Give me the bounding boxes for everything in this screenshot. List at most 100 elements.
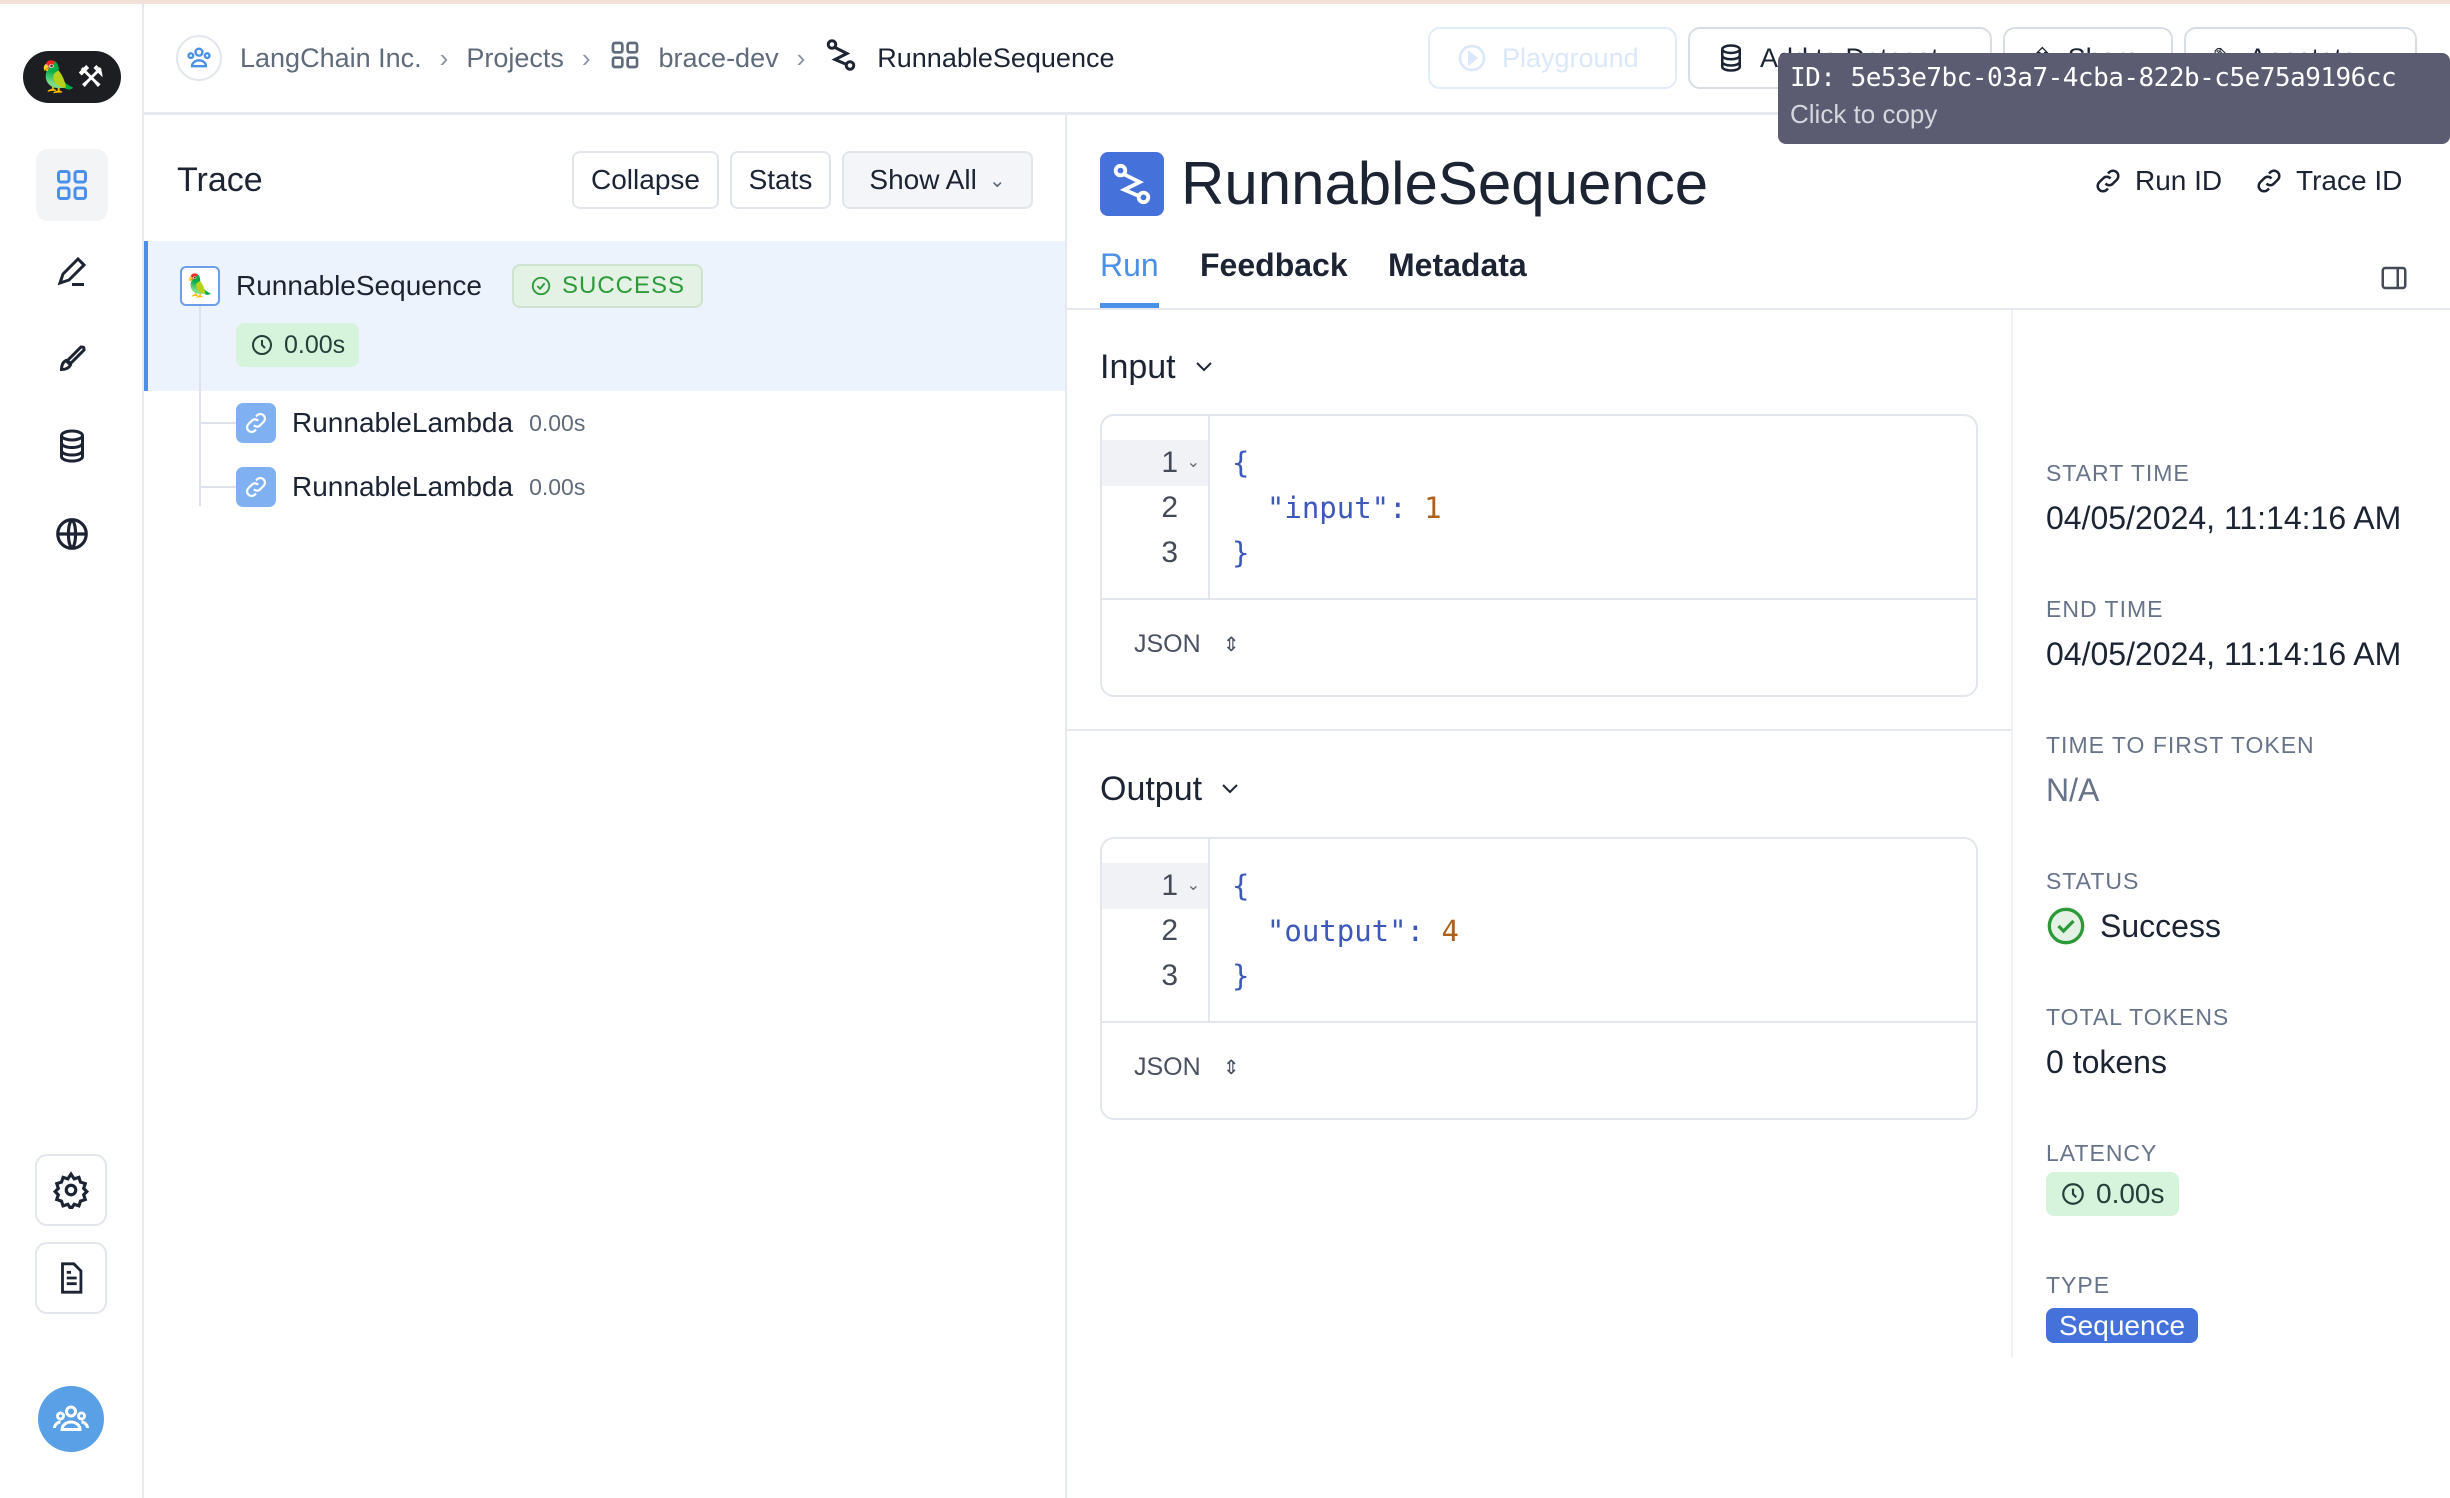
sequence-icon [823,37,859,80]
json-key: "input": [1232,491,1425,525]
langsmith-logo[interactable]: 🦜⚒ [23,51,121,103]
line-number: 3 [1161,536,1178,569]
ttft-label: TIME TO FIRST TOKEN [2046,732,2315,758]
breadcrumb-current: RunnableSequence [877,42,1115,73]
clock-icon [252,335,272,355]
child-node-name: RunnableLambda [292,471,514,502]
tree-line [199,306,201,506]
show-all-dropdown[interactable]: Show All ⌄ [842,151,1033,209]
trace-row-child[interactable]: RunnableLambda 0.00s [236,403,585,443]
root-node-name: RunnableSequence [236,270,482,301]
copy-trace-id-button[interactable]: Trace ID [2254,165,2402,197]
deployments-rocket-icon[interactable] [36,323,108,395]
trace-row-root[interactable]: 🦜 RunnableSequence SUCCESS 0.00s [144,241,1065,391]
divider [1102,598,1976,600]
code-line: { [1232,869,1250,903]
org-avatar[interactable] [38,1386,104,1452]
hub-globe-icon[interactable] [36,498,108,570]
latency-badge: 0.00s [2046,1172,2179,1216]
format-selector[interactable]: JSON ⇕ [1134,630,1239,659]
copy-run-id-button[interactable]: Run ID [2093,165,2222,197]
check-circle-icon [531,276,551,296]
input-label: Input [1100,348,1176,386]
annotate-pen-icon[interactable] [36,235,108,307]
tokens-label: TOTAL TOKENS [2046,1004,2230,1030]
code-line: } [1232,959,1250,993]
parrot-icon: 🦜 [180,266,220,306]
type-badge: Sequence [2046,1308,2199,1343]
trace-id-label: Trace ID [2296,165,2403,196]
chevron-right-icon: › [439,42,449,73]
run-title: RunnableSequence [1181,150,1709,217]
child-latency: 0.00s [529,473,586,500]
code-line: } [1232,536,1250,570]
playground-label: Playground [1502,42,1639,73]
check-circle-icon [2047,907,2085,945]
toggle-sidebar-icon[interactable] [2379,263,2409,298]
code-line: { [1232,446,1250,480]
play-icon [1458,44,1486,72]
line-number: 1 ⌄ [1102,440,1208,486]
line-number: 2 [1161,914,1178,947]
code-line: "input": 1 [1232,485,1442,531]
tooltip-id: ID: 5e53e7bc-03a7-4cba-822b-c5e75a9196cc [1790,63,2397,93]
chevron-right-icon: › [796,42,806,73]
sidebar: 🦜⚒ [0,4,144,1498]
input-section-toggle[interactable]: Input [1100,348,1216,387]
chevron-down-icon [1218,770,1242,809]
settings-gear-icon[interactable] [35,1154,107,1226]
datasets-database-icon[interactable] [36,410,108,482]
database-icon [1721,44,1741,72]
breadcrumb-project[interactable]: brace-dev [659,43,779,74]
playground-button[interactable]: Playground [1428,27,1677,89]
clock-icon [2062,1183,2084,1205]
trace-row-child[interactable]: RunnableLambda 0.00s [236,467,585,507]
breadcrumb-org[interactable]: LangChain Inc. [240,43,422,74]
tab-run[interactable]: Run [1100,247,1159,284]
code-line: "output": 4 [1232,908,1459,954]
json-value: 4 [1441,914,1459,948]
breadcrumb-projects[interactable]: Projects [466,43,564,74]
tokens-value: 0 tokens [2046,1044,2167,1080]
output-label: Output [1100,770,1203,808]
projects-nav-icon[interactable] [36,149,108,221]
org-icon [176,35,222,81]
stats-button[interactable]: Stats [730,151,831,209]
breadcrumb: LangChain Inc. › Projects › brace-dev › … [176,35,1115,81]
project-grid-icon [609,39,641,78]
input-code-editor[interactable]: 1 ⌄ 2 3 { "input": 1 } JSON ⇕ [1100,414,1978,697]
child-node-name: RunnableLambda [292,407,514,438]
start-time-value: 04/05/2024, 11:14:16 AM [2046,500,2402,536]
line-number: 1 ⌄ [1102,863,1208,909]
end-time-value: 04/05/2024, 11:14:16 AM [2046,636,2402,672]
copy-id-tooltip[interactable]: ID: 5e53e7bc-03a7-4cba-822b-c5e75a9196cc… [1778,53,2450,144]
trace-panel: Trace Collapse Stats Show All ⌄ 🦜 Runnab… [144,115,1067,1498]
collapse-button[interactable]: Collapse [572,151,719,209]
link-icon [2257,169,2281,193]
docs-document-icon[interactable] [35,1242,107,1314]
type-label: TYPE [2046,1272,2111,1298]
tooltip-hint: Click to copy [1790,99,1938,129]
trace-title: Trace [177,161,263,199]
status-text: SUCCESS [562,272,686,299]
type-text: Sequence [2046,1308,2199,1343]
status-value: Success [2046,906,2221,946]
format-selector[interactable]: JSON ⇕ [1134,1053,1239,1082]
up-down-chevron-icon: ⇕ [1222,1057,1240,1079]
format-label: JSON [1134,630,1201,658]
link-icon [236,467,276,507]
line-number: 3 [1161,959,1178,992]
output-code-editor[interactable]: 1 ⌄ 2 3 { "output": 4 } JSON ⇕ [1100,837,1978,1120]
line-number: 2 [1161,491,1178,524]
json-value: 1 [1424,491,1442,525]
run-id-label: Run ID [2135,165,2223,196]
output-section-toggle[interactable]: Output [1100,770,1242,809]
latency-label: LATENCY [2046,1140,2158,1166]
show-all-label: Show All [869,164,977,195]
status-badge: SUCCESS [512,264,704,308]
root-latency-badge: 0.00s [236,323,360,367]
sequence-icon [1100,152,1164,216]
status-text: Success [2100,907,2221,944]
tab-feedback[interactable]: Feedback [1200,247,1348,284]
tab-metadata[interactable]: Metadata [1388,247,1527,284]
